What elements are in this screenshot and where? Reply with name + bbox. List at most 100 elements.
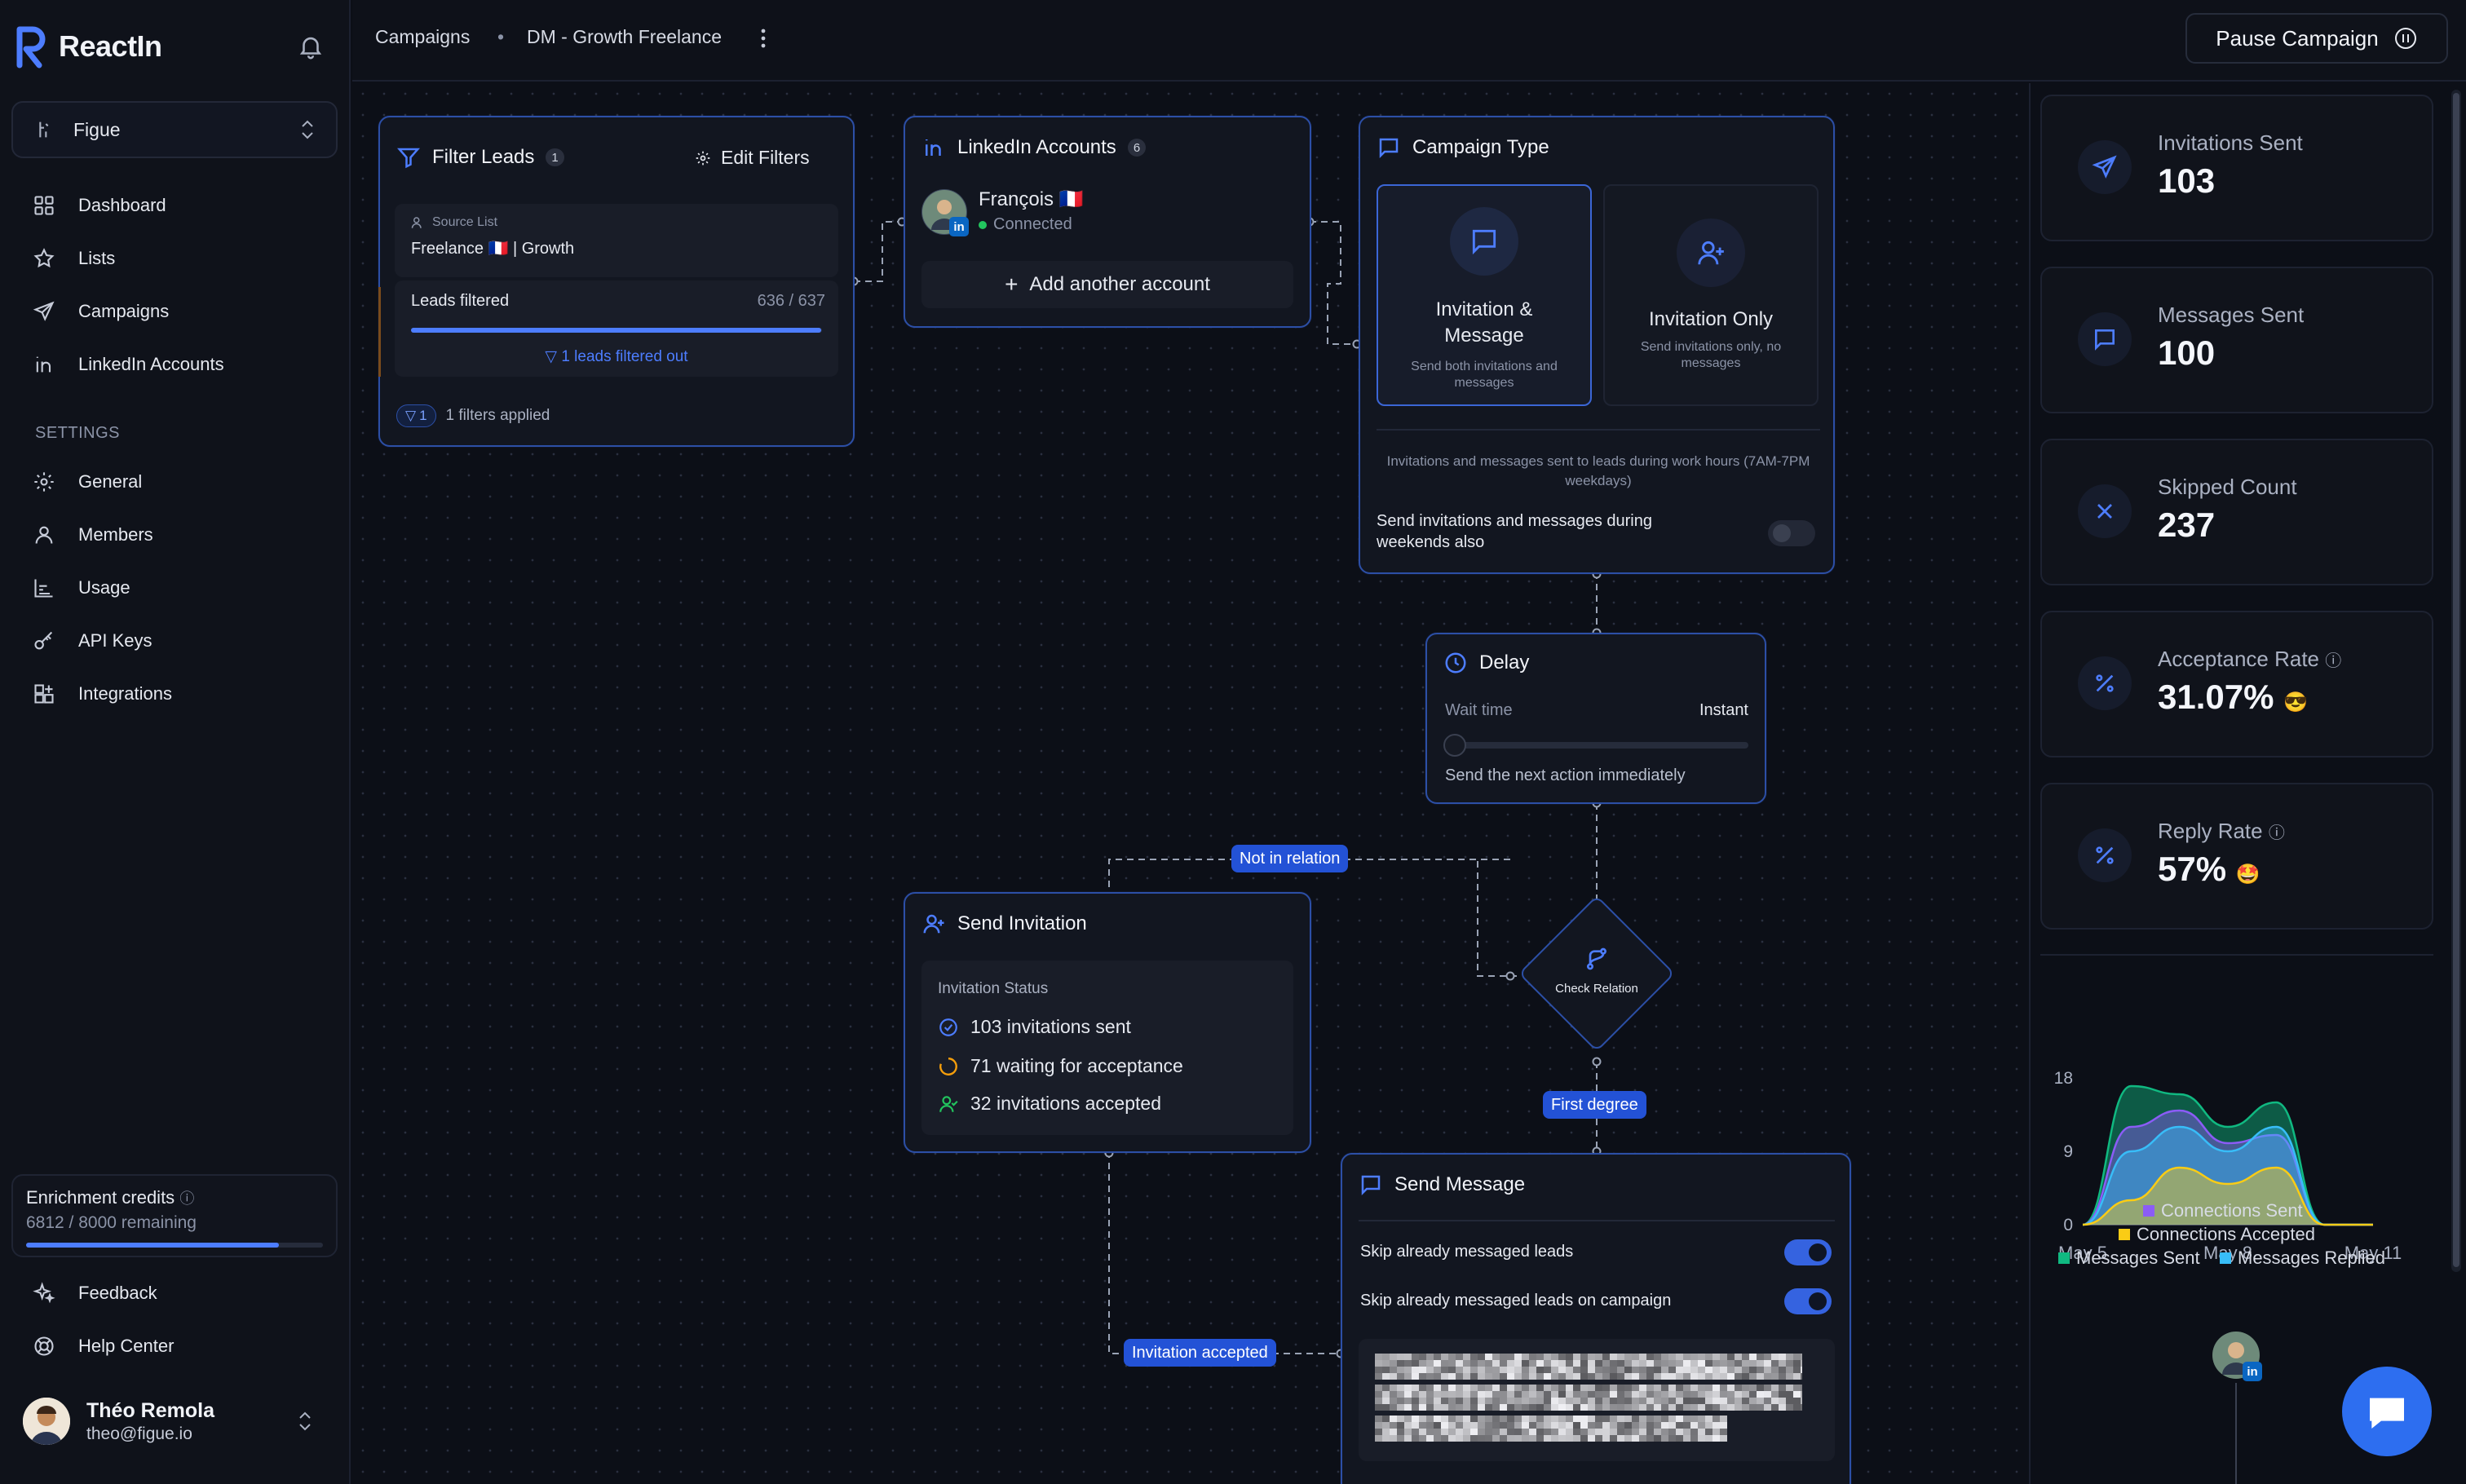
filter-count-badge: 1 — [546, 148, 564, 166]
scrollbar[interactable] — [2451, 90, 2461, 1272]
timeline-line — [2235, 1383, 2237, 1484]
help-icon[interactable]: ⓘ — [2325, 652, 2341, 670]
option1-desc: Send both invitations and messages — [1411, 360, 1558, 390]
percent-icon — [2096, 674, 2114, 692]
skip2-toggle-knob — [1809, 1292, 1827, 1310]
key-icon — [34, 631, 53, 650]
edit-filters-button[interactable]: Edit Filters — [695, 147, 810, 169]
nav-linkedin-accounts[interactable]: LinkedIn Accounts — [33, 348, 224, 381]
status-accepted: 32 invitations accepted — [938, 1093, 1161, 1115]
skip2-toggle[interactable] — [1784, 1288, 1832, 1314]
legend-swatch — [2119, 1229, 2130, 1240]
workspace-name: Figue — [73, 118, 121, 140]
pause-campaign-button[interactable]: Pause Campaign — [2185, 13, 2448, 64]
stat-icon-circle — [2078, 140, 2132, 194]
linkedin-accounts-node[interactable]: LinkedIn Accounts 6 in François 🇫🇷 Conne… — [904, 116, 1311, 328]
credits-bar — [26, 1243, 323, 1248]
stat-value: 237 — [2158, 506, 2216, 544]
reactin-logo-icon — [16, 26, 46, 68]
divider — [2040, 954, 2433, 956]
nav-dashboard[interactable]: Dashboard — [33, 189, 166, 222]
stat-value-text: 57% — [2158, 850, 2227, 888]
legend-connections-accepted: Connections Accepted — [2119, 1224, 2315, 1245]
star-icon — [33, 248, 55, 268]
nav-feedback[interactable]: Feedback — [33, 1277, 157, 1310]
nav-members[interactable]: Members — [33, 519, 153, 551]
source-list-box: Source List Freelance 🇫🇷 | Growth — [395, 204, 838, 277]
source-list-label-text: Source List — [432, 215, 498, 229]
nav-help-center[interactable]: Help Center — [33, 1330, 174, 1363]
check-relation-label: Check Relation — [1555, 982, 1638, 996]
nav-api-keys[interactable]: API Keys — [33, 625, 152, 657]
filters-applied: ▽ 1 1 filters applied — [396, 404, 550, 427]
weekend-toggle[interactable] — [1768, 520, 1815, 546]
add-account-button[interactable]: + Add another account — [921, 261, 1293, 308]
chevron-updown-icon — [302, 120, 313, 139]
leads-filtered-box: Leads filtered 636 / 637 ▽ 1 leads filte… — [395, 280, 838, 377]
flow-canvas[interactable]: Filter Leads 1 Edit Filters Source List … — [352, 83, 2027, 1484]
loading-icon — [939, 1057, 957, 1075]
x-icon — [2097, 504, 2112, 519]
weekend-toggle-knob — [1773, 524, 1791, 542]
nav-usage[interactable]: Usage — [33, 572, 130, 604]
stat-label-text: Acceptance Rate — [2158, 647, 2320, 671]
gear-icon — [34, 472, 54, 492]
message-icon — [1379, 138, 1399, 159]
send-message-node[interactable]: Send Message Skip already messaged leads… — [1341, 1153, 1851, 1484]
chat-button[interactable] — [2342, 1367, 2432, 1456]
skip1-toggle[interactable] — [1784, 1239, 1832, 1265]
scrollbar-thumb[interactable] — [2453, 93, 2459, 1267]
legend-label: Messages Replied — [2238, 1248, 2385, 1268]
user-menu[interactable]: Théo Remola theo@figue.io — [23, 1398, 314, 1445]
option2-icon-circle — [1677, 219, 1745, 287]
filter-leads-node[interactable]: Filter Leads 1 Edit Filters Source List … — [378, 116, 855, 447]
leads-filtered-label: Leads filtered — [411, 292, 510, 310]
filter-icon — [396, 148, 421, 169]
campaign-type-title: Campaign Type — [1377, 135, 1549, 160]
breadcrumb-campaigns[interactable]: Campaigns — [375, 26, 470, 48]
more-vertical-icon[interactable] — [755, 24, 771, 52]
nav-lists[interactable]: Lists — [33, 242, 115, 275]
bell-icon[interactable] — [297, 33, 325, 60]
check-relation-node[interactable]: Check Relation — [1518, 894, 1676, 1053]
message-preview — [1359, 1339, 1835, 1461]
nav-integrations[interactable]: Integrations — [33, 678, 172, 710]
stat-invitations-sent: Invitations Sent 103 — [2040, 95, 2433, 241]
send-invitation-node[interactable]: Send Invitation Invitation Status 103 in… — [904, 892, 1311, 1153]
wait-time-slider[interactable] — [1443, 734, 1748, 757]
message-icon — [1361, 1175, 1381, 1196]
activity-chart: 0918May 5May 8May 11 — [2054, 1069, 2402, 1263]
option-invitation-only[interactable]: Invitation Only Send invitations only, n… — [1603, 184, 1819, 406]
delay-node[interactable]: Delay Wait time Instant Send the next ac… — [1425, 633, 1766, 804]
campaign-type-title-text: Campaign Type — [1412, 136, 1549, 158]
nav-general-label: General — [78, 471, 143, 492]
workspace-selector[interactable]: Figue — [11, 101, 338, 158]
nav-dashboard-label: Dashboard — [78, 195, 166, 215]
help-icon[interactable]: ⓘ — [2269, 824, 2285, 842]
linkedin-icon — [926, 139, 941, 156]
branch-icon — [1587, 947, 1606, 970]
legend-messages-replied: Messages Replied — [2220, 1248, 2385, 1269]
stat-reply-rate: Reply Rate ⓘ 57% 🤩 — [2040, 783, 2433, 930]
logo[interactable]: ReactIn — [15, 24, 162, 68]
send-icon — [33, 301, 55, 321]
campaign-type-node[interactable]: Campaign Type Invitation & Message Send … — [1359, 116, 1835, 574]
stat-icon-circle — [2078, 484, 2132, 538]
send-invitation-title: Send Invitation — [921, 912, 1087, 936]
nav-general[interactable]: General — [33, 466, 142, 498]
message-icon — [2095, 329, 2115, 351]
skip1-label: Skip already messaged leads — [1360, 1243, 1574, 1261]
stat-value: 100 — [2158, 333, 2216, 372]
info-icon[interactable]: ⓘ — [179, 1190, 194, 1207]
check-relation-diamond — [1518, 894, 1676, 1053]
edit-filters-label: Edit Filters — [721, 147, 810, 168]
blurred-message-image — [1375, 1354, 1802, 1442]
check-circle-icon — [939, 1018, 957, 1036]
nav-campaigns[interactable]: Campaigns — [33, 295, 169, 328]
stat-value: 31.07% 😎 — [2158, 678, 2308, 717]
status-waiting-text: 71 waiting for acceptance — [970, 1055, 1183, 1076]
y-tick-label: 0 — [2063, 1216, 2073, 1234]
slider-handle[interactable] — [1443, 734, 1466, 757]
pause-icon — [2394, 28, 2416, 49]
option-invitation-message[interactable]: Invitation & Message Send both invitatio… — [1377, 184, 1592, 406]
